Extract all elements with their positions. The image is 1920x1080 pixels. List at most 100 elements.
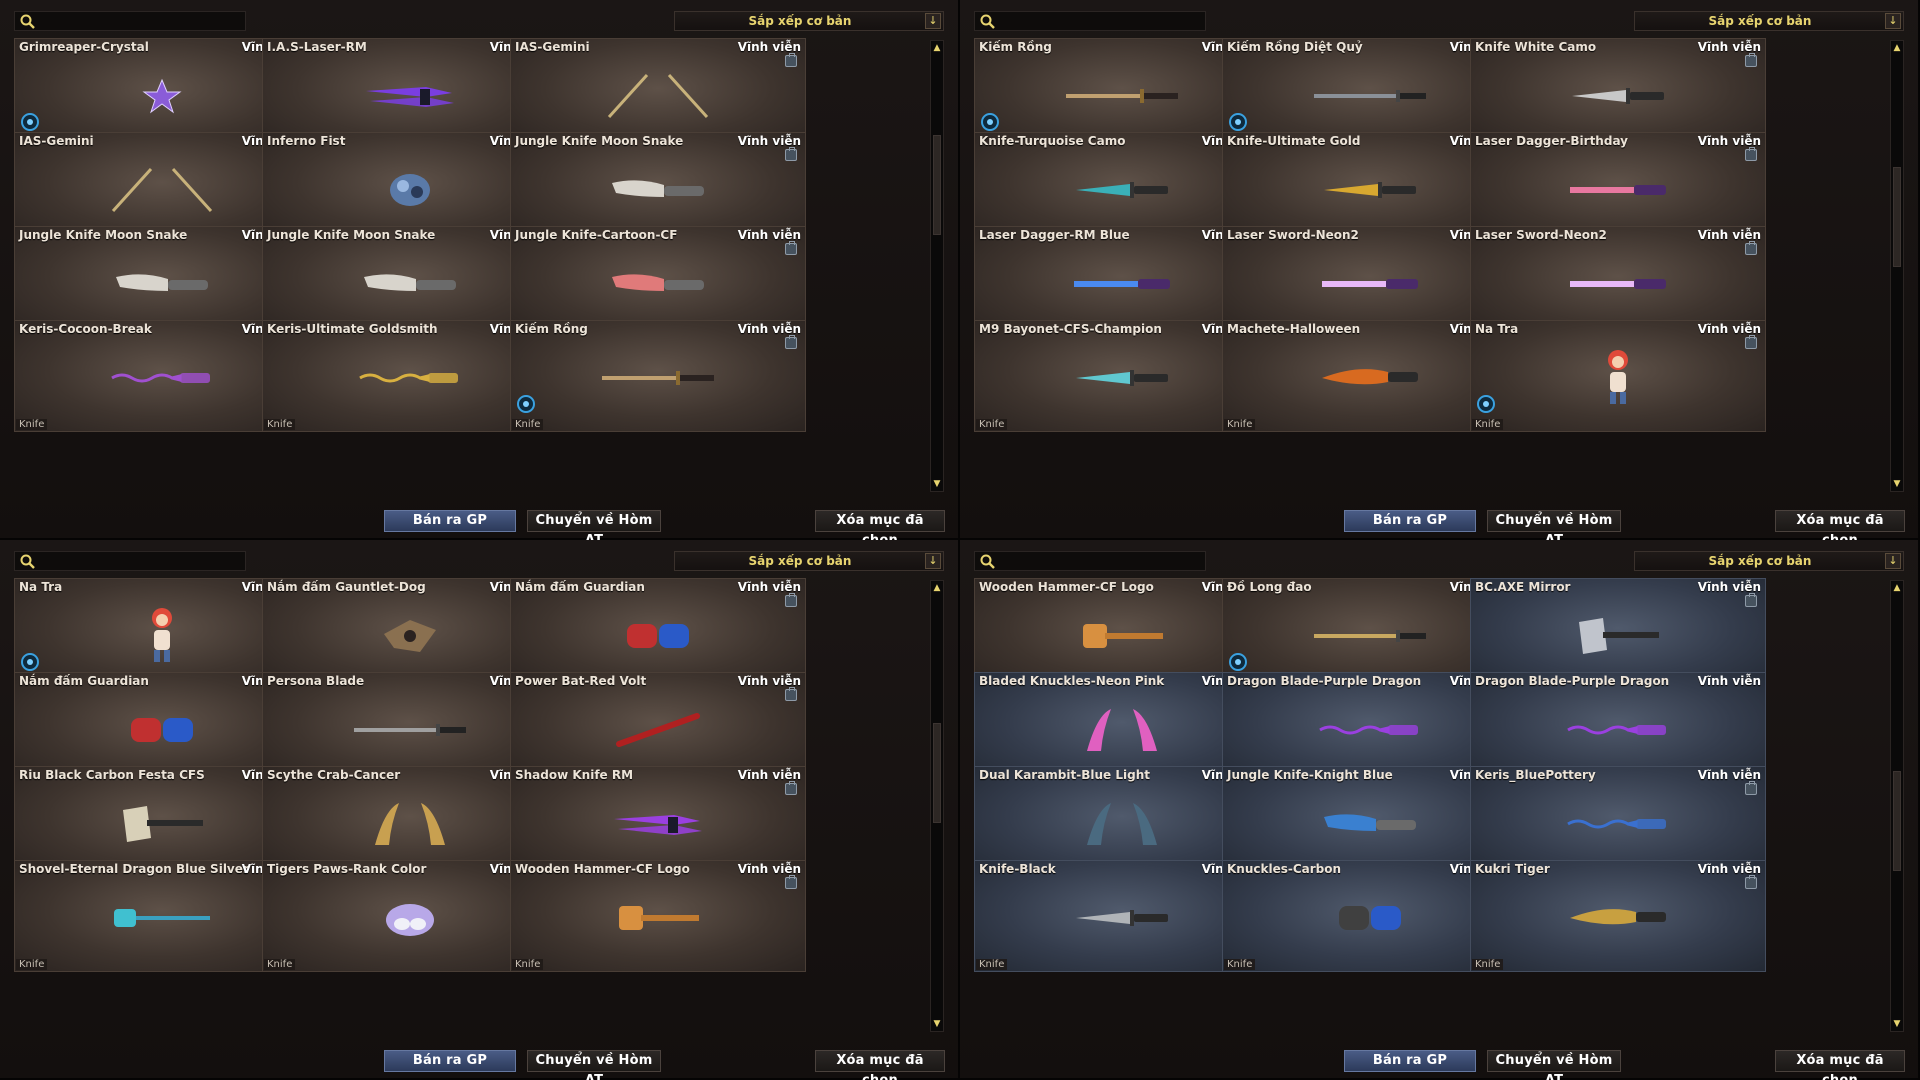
toolbar: Sắp xếp cơ bản ↓ — [14, 549, 944, 573]
combat-knife-icon — [1072, 178, 1172, 206]
sell-gp-button[interactable]: Bán ra GP — [384, 510, 516, 532]
item-name: Kiếm Rồng Diệt Quỷ — [1227, 40, 1363, 54]
long-sword-icon — [1310, 626, 1430, 650]
move-to-chest-button[interactable]: Chuyển về Hòm AT — [527, 510, 661, 548]
bag-icon — [785, 781, 797, 795]
sort-label: Sắp xếp cơ bản — [748, 554, 852, 568]
item-card[interactable]: Wooden Hammer-CF Logo Vĩnh viễn Knife — [510, 860, 806, 972]
item-name: Na Tra — [1475, 322, 1519, 336]
shovel-icon — [110, 903, 214, 937]
delete-selected-button[interactable]: Xóa mục đã chọn — [1775, 1050, 1905, 1080]
paws-icon — [380, 898, 440, 942]
sort-arrow-icon[interactable]: ↓ — [925, 13, 941, 29]
scroll-thumb[interactable] — [1893, 771, 1901, 871]
bag-icon — [785, 687, 797, 701]
item-name: Shovel-Eternal Dragon Blue Silver — [19, 862, 249, 876]
sword-icon — [598, 368, 718, 392]
scroll-down-icon[interactable]: ▼ — [1892, 478, 1902, 490]
search-input[interactable] — [41, 13, 241, 29]
search-box[interactable] — [14, 551, 246, 571]
item-card[interactable]: Kukri Tiger Vĩnh viễn Knife — [1470, 860, 1766, 972]
item-name: Kiếm Rồng — [515, 322, 588, 336]
item-name: I.A.S-Laser-RM — [267, 40, 367, 54]
bag-icon — [1745, 53, 1757, 67]
action-bar: Bán ra GP Chuyển về Hòm AT Xóa mục đã ch… — [0, 510, 960, 548]
search-input[interactable] — [1001, 553, 1201, 569]
bag-icon — [785, 593, 797, 607]
sort-dropdown[interactable]: Sắp xếp cơ bản ↓ — [674, 11, 944, 31]
sell-gp-button[interactable]: Bán ra GP — [384, 1050, 516, 1072]
combat-knife-icon — [1568, 84, 1668, 112]
scrollbar[interactable]: ▲ ▼ — [1890, 40, 1904, 492]
scroll-thumb[interactable] — [933, 135, 941, 235]
sort-dropdown[interactable]: Sắp xếp cơ bản ↓ — [1634, 551, 1904, 571]
bag-icon — [1745, 593, 1757, 607]
item-name: Wooden Hammer-CF Logo — [515, 862, 690, 876]
bag-icon — [785, 147, 797, 161]
long-sword-icon — [1310, 86, 1430, 110]
search-box[interactable] — [14, 11, 246, 31]
special-badge-icon — [1229, 113, 1247, 131]
scroll-up-icon[interactable]: ▲ — [932, 42, 942, 54]
sort-arrow-icon[interactable]: ↓ — [1885, 553, 1901, 569]
keris-icon — [358, 368, 462, 392]
delete-selected-button[interactable]: Xóa mục đã chọn — [1775, 510, 1905, 548]
sort-arrow-icon[interactable]: ↓ — [1885, 13, 1901, 29]
machete-icon — [1566, 900, 1670, 940]
move-to-chest-button[interactable]: Chuyển về Hòm AT — [1487, 1050, 1621, 1080]
fist-icon — [385, 170, 435, 214]
scroll-thumb[interactable] — [1893, 167, 1901, 267]
scroll-up-icon[interactable]: ▲ — [1892, 582, 1902, 594]
scroll-down-icon[interactable]: ▼ — [1892, 1018, 1902, 1030]
sort-dropdown[interactable]: Sắp xếp cơ bản ↓ — [1634, 11, 1904, 31]
search-box[interactable] — [974, 551, 1206, 571]
scroll-up-icon[interactable]: ▲ — [1892, 42, 1902, 54]
figure-icon — [144, 606, 180, 670]
dual-laser-icon — [362, 81, 458, 115]
item-type: Knife — [512, 419, 544, 430]
scroll-up-icon[interactable]: ▲ — [932, 582, 942, 594]
item-duration: Vĩnh viễn — [1697, 674, 1761, 688]
scroll-down-icon[interactable]: ▼ — [932, 478, 942, 490]
scrollbar[interactable]: ▲ ▼ — [930, 580, 944, 1032]
item-duration: Vĩnh viễn — [737, 134, 801, 148]
delete-selected-button[interactable]: Xóa mục đã chọn — [815, 1050, 945, 1080]
machete-icon — [1318, 360, 1422, 400]
item-name: BC.AXE Mirror — [1475, 580, 1571, 594]
twin-spikes-icon — [107, 165, 217, 219]
delete-selected-button[interactable]: Xóa mục đã chọn — [815, 510, 945, 548]
jungle-knife-icon — [360, 269, 460, 303]
item-name: Laser Sword-Neon2 — [1475, 228, 1607, 242]
sort-arrow-icon[interactable]: ↓ — [925, 553, 941, 569]
scroll-thumb[interactable] — [933, 723, 941, 823]
item-name: Jungle Knife-Cartoon-CF — [515, 228, 678, 242]
search-box[interactable] — [974, 11, 1206, 31]
move-to-chest-button[interactable]: Chuyển về Hòm AT — [527, 1050, 661, 1080]
sort-dropdown[interactable]: Sắp xếp cơ bản ↓ — [674, 551, 944, 571]
claws-icon — [1077, 705, 1167, 759]
sword-icon — [1062, 86, 1182, 110]
item-card[interactable]: Kiếm Rồng Vĩnh viễn Knife — [510, 320, 806, 432]
sell-gp-button[interactable]: Bán ra GP — [1344, 1050, 1476, 1072]
laser-dagger-icon — [1566, 274, 1670, 298]
item-name: Laser Sword-Neon2 — [1227, 228, 1359, 242]
sell-gp-button[interactable]: Bán ra GP — [1344, 510, 1476, 532]
bag-icon — [1745, 335, 1757, 349]
scrollbar[interactable]: ▲ ▼ — [930, 40, 944, 492]
item-type: Knife — [264, 419, 296, 430]
item-name: Keris_BluePottery — [1475, 768, 1596, 782]
search-input[interactable] — [41, 553, 241, 569]
item-name: Machete-Halloween — [1227, 322, 1361, 336]
move-to-chest-button[interactable]: Chuyển về Hòm AT — [1487, 510, 1621, 548]
scroll-down-icon[interactable]: ▼ — [932, 1018, 942, 1030]
item-name: Knuckles-Carbon — [1227, 862, 1342, 876]
special-badge-icon — [981, 113, 999, 131]
toolbar: Sắp xếp cơ bản ↓ — [974, 549, 1904, 573]
scrollbar[interactable]: ▲ ▼ — [1890, 580, 1904, 1032]
item-card[interactable]: Na Tra Vĩnh viễn Knife — [1470, 320, 1766, 432]
bag-icon — [785, 241, 797, 255]
action-bar: Bán ra GP Chuyển về Hòm AT Xóa mục đã ch… — [0, 1050, 960, 1080]
search-input[interactable] — [1001, 13, 1201, 29]
item-name: Bladed Knuckles-Neon Pink — [979, 674, 1165, 688]
item-name: IAS-Gemini — [19, 134, 94, 148]
